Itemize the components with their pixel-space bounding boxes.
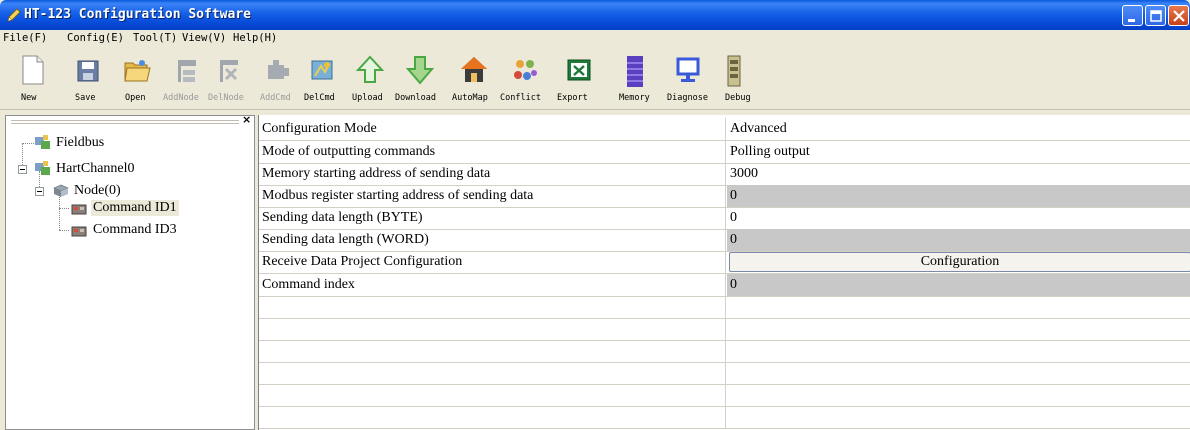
delete-command-icon — [311, 60, 333, 80]
empty-row — [259, 362, 1190, 385]
upload-arrow-icon — [356, 55, 384, 83]
conflict-button[interactable]: Conflict — [500, 48, 550, 108]
collapse-toggle[interactable] — [35, 187, 44, 196]
property-name: Sending data length (WORD) — [262, 232, 429, 247]
minimize-icon — [1128, 19, 1135, 22]
property-value[interactable]: 3000 — [730, 166, 758, 182]
property-name: Modbus register starting address of send… — [262, 188, 534, 203]
add-node-button: AddNode — [163, 48, 209, 108]
property-name: Sending data length (BYTE) — [262, 210, 423, 225]
property-name: Mode of outputting commands — [262, 144, 436, 159]
command-icon — [71, 226, 87, 237]
tree-connector — [59, 208, 69, 209]
open-folder-icon — [124, 60, 151, 82]
maximize-button[interactable] — [1145, 5, 1166, 26]
tree-connector — [22, 143, 34, 144]
conflict-icon — [514, 60, 537, 80]
property-row[interactable]: Memory starting address of sending data … — [259, 163, 1190, 186]
empty-row — [259, 296, 1190, 319]
menu-help[interactable]: Help(H) — [233, 32, 277, 44]
title-bar[interactable]: HT-123 Configuration Software — [0, 0, 1190, 30]
configuration-button[interactable]: Configuration — [729, 252, 1190, 272]
maximize-icon — [1150, 10, 1162, 22]
property-grid: Configuration Mode Advanced Mode of outp… — [258, 115, 1190, 430]
property-name: Memory starting address of sending data — [262, 166, 491, 181]
tree-item-node0[interactable]: Node(0) — [52, 182, 172, 200]
export-button[interactable]: Export — [557, 48, 601, 108]
property-value-readonly: 0 — [730, 232, 737, 247]
property-row[interactable]: Configuration Mode Advanced — [259, 118, 1190, 141]
tree-item-command-id3[interactable]: Command ID3 — [70, 221, 210, 239]
tree-item-hartchannel0[interactable]: HartChannel0 — [34, 160, 174, 178]
property-name: Receive Data Project Configuration — [262, 254, 463, 269]
excel-export-icon — [567, 59, 591, 81]
empty-row — [259, 384, 1190, 407]
property-row: Sending data length (WORD) 0 — [259, 229, 1190, 252]
collapse-toggle[interactable] — [18, 165, 27, 174]
empty-row — [259, 340, 1190, 363]
channel-icon — [35, 161, 50, 175]
debug-icon — [727, 55, 741, 87]
empty-row — [259, 318, 1190, 341]
new-file-icon — [22, 55, 44, 85]
new-button[interactable]: New — [18, 48, 48, 108]
menu-view[interactable]: View(V) — [182, 32, 226, 44]
property-row: Modbus register starting address of send… — [259, 185, 1190, 208]
property-value[interactable]: Advanced — [730, 121, 787, 137]
menu-file[interactable]: File(F) — [3, 32, 47, 44]
tree-item-fieldbus[interactable]: Fieldbus — [34, 134, 154, 152]
menu-bar: File(F) Config(E) Tool(T) View(V) Help(H… — [0, 30, 1190, 48]
home-icon — [461, 57, 487, 82]
property-name: Configuration Mode — [262, 121, 377, 136]
automap-button[interactable]: AutoMap — [452, 48, 496, 108]
close-button[interactable] — [1168, 5, 1189, 26]
pencil-icon — [7, 8, 21, 22]
upload-button[interactable]: Upload — [352, 48, 388, 108]
add-command-button: AddCmd — [260, 48, 296, 108]
memory-button[interactable]: Memory — [616, 48, 656, 108]
delete-node-button: DelNode — [208, 48, 248, 108]
command-icon — [71, 204, 87, 215]
save-icon — [77, 60, 99, 82]
menu-config[interactable]: Config(E) — [67, 32, 124, 44]
property-row: Receive Data Project Configuration Confi… — [259, 251, 1190, 274]
save-button[interactable]: Save — [72, 48, 102, 108]
download-arrow-icon — [406, 56, 434, 85]
diagnose-button[interactable]: Diagnose — [664, 48, 712, 108]
diagnose-icon — [676, 57, 700, 82]
node-icon — [53, 184, 69, 197]
property-value-readonly: 0 — [730, 277, 737, 292]
close-icon — [1173, 10, 1185, 22]
property-row: Command index 0 — [259, 274, 1190, 297]
tree-connector — [59, 230, 69, 231]
empty-row — [259, 406, 1190, 429]
minimize-button[interactable] — [1122, 5, 1143, 26]
debug-button[interactable]: Debug — [714, 48, 754, 108]
menu-tool[interactable]: Tool(T) — [133, 32, 177, 44]
download-button[interactable]: Download — [395, 48, 445, 108]
delete-command-button[interactable]: DelCmd — [304, 48, 340, 108]
property-row[interactable]: Mode of outputting commands Polling outp… — [259, 141, 1190, 164]
pane-grip-line — [11, 121, 239, 124]
add-command-icon — [268, 60, 289, 79]
property-value[interactable]: Polling output — [730, 144, 810, 160]
open-button[interactable]: Open — [120, 48, 152, 108]
property-name: Command index — [262, 277, 355, 292]
add-node-icon — [178, 60, 196, 82]
property-row[interactable]: Sending data length (BYTE) 0 — [259, 207, 1190, 230]
toolbar: New Save Open AddNode DelNode AddCmd Del… — [0, 48, 1190, 110]
property-value-readonly: 0 — [730, 188, 737, 203]
memory-icon — [627, 56, 643, 87]
tree-item-command-id1[interactable]: Command ID1 — [70, 199, 210, 217]
fieldbus-icon — [35, 135, 50, 149]
window-title: HT-123 Configuration Software — [24, 7, 251, 22]
pane-close-button[interactable]: × — [242, 113, 251, 126]
project-tree-pane: × Fieldbus HartChannel0 Node(0) Command … — [5, 113, 255, 430]
property-value[interactable]: 0 — [730, 210, 737, 226]
delete-node-icon — [220, 60, 238, 82]
